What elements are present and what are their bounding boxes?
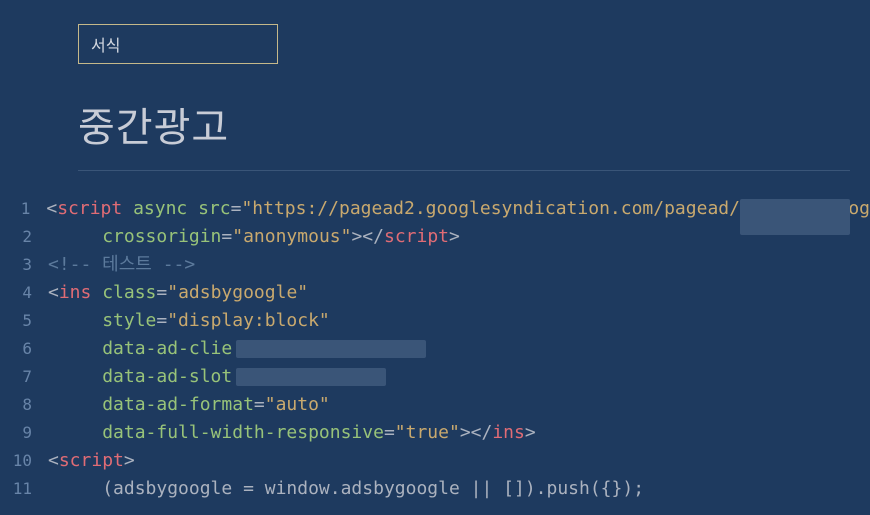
code-content: data-ad-format="auto": [48, 391, 870, 419]
code-line: 10 <script>: [0, 447, 870, 475]
code-line: 1 <script async src="https://pagead2.goo…: [0, 195, 870, 223]
code-content: <!-- 테스트 -->: [48, 251, 870, 279]
code-content: (adsbygoogle = window.adsbygoogle || [])…: [48, 475, 870, 503]
redacted-block: [236, 368, 386, 386]
code-content: <script async src="https://pagead2.googl…: [46, 195, 870, 223]
line-number: 11: [0, 475, 48, 503]
code-line: 3 <!-- 테스트 -->: [0, 251, 870, 279]
code-content: data-full-width-responsive="true"></ins>: [48, 419, 870, 447]
line-number: 7: [0, 363, 48, 391]
code-content: crossorigin="anonymous"></script>: [48, 223, 870, 251]
line-number: 5: [0, 307, 48, 335]
code-line: 8 data-ad-format="auto": [0, 391, 870, 419]
line-number: 6: [0, 335, 48, 363]
line-number: 2: [0, 223, 48, 251]
code-content: data-ad-clie: [48, 335, 870, 363]
code-content: style="display:block": [48, 307, 870, 335]
code-line: 9 data-full-width-responsive="true"></in…: [0, 419, 870, 447]
divider: [78, 170, 850, 171]
code-content: <ins class="adsbygoogle": [48, 279, 870, 307]
code-editor[interactable]: 1 <script async src="https://pagead2.goo…: [0, 195, 870, 503]
code-line: 5 style="display:block": [0, 307, 870, 335]
code-line: 6 data-ad-clie: [0, 335, 870, 363]
code-line: 2 crossorigin="anonymous"></script>: [0, 223, 870, 251]
line-number: 1: [0, 195, 46, 223]
page-title: 중간광고: [78, 95, 229, 153]
code-line: 11 (adsbygoogle = window.adsbygoogle || …: [0, 475, 870, 503]
redacted-block: [236, 340, 426, 358]
line-number: 10: [0, 447, 48, 475]
format-label: 서식: [91, 32, 120, 56]
line-number: 9: [0, 419, 48, 447]
line-number: 4: [0, 279, 48, 307]
code-content: data-ad-slot: [48, 363, 870, 391]
code-line: 7 data-ad-slot: [0, 363, 870, 391]
code-line: 4 <ins class="adsbygoogle": [0, 279, 870, 307]
code-content: <script>: [48, 447, 870, 475]
line-number: 3: [0, 251, 48, 279]
line-number: 8: [0, 391, 48, 419]
format-box[interactable]: 서식: [78, 24, 278, 64]
